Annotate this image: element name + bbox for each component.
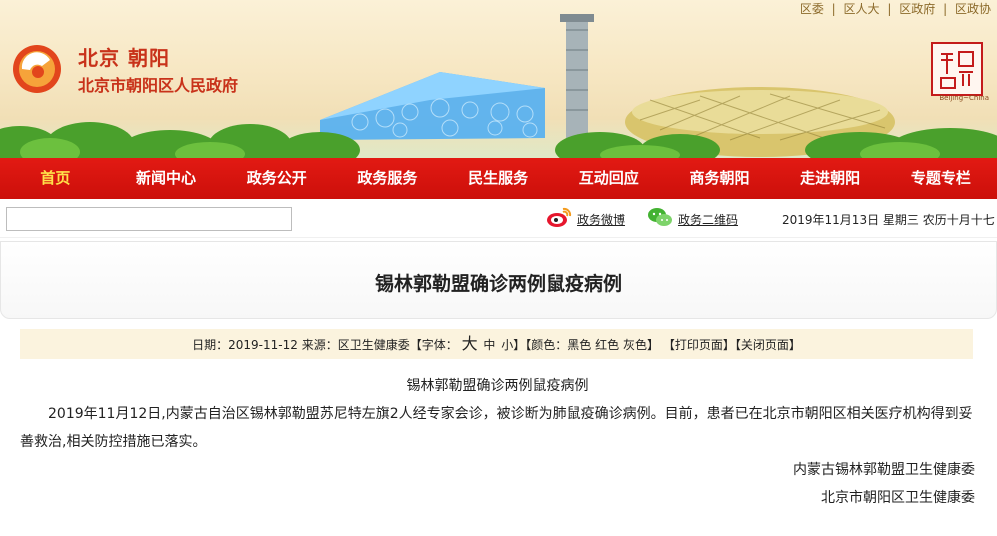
search-input[interactable] [6,207,292,231]
brand-short-name: 北京 朝阳 [78,46,170,70]
signature-1: 内蒙古锡林郭勒盟卫生健康委 [793,462,975,478]
nav-item-gov-services[interactable]: 政务服务 [332,158,443,199]
main-nav: 首页 新闻中心 政务公开 政务服务 民生服务 互动回应 商务朝阳 走进朝阳 专题… [0,158,997,199]
date-label: 日期： [192,338,229,352]
color-gray-button[interactable]: 灰色 [623,338,647,352]
top-links: 区委 | 区人大 | 区政府 | 区政协 [799,2,991,16]
nav-item-news[interactable]: 新闻中心 [111,158,222,199]
font-size-medium-button[interactable]: 中 [483,338,495,352]
top-link-cppcc[interactable]: 区政协 [955,2,991,16]
article-meta-bar: 日期：2019-11-12 来源：区卫生健康委【字体： 大 中 小】【颜色：黑色… [20,329,973,359]
wechat-icon[interactable] [647,206,673,228]
brand-full-name: 北京市朝阳区人民政府 [78,76,239,95]
article-title: 锡林郭勒盟确诊两例鼠疫病例 [374,273,622,295]
header-banner: 区委 | 区人大 | 区政府 | 区政协 北京 朝阳 北京市朝阳区人民政府 Be… [0,0,997,158]
nav-item-topics[interactable]: 专题专栏 [886,158,997,199]
sub-toolbar: 政务微博 政务二维码 2019年11月13日 星期三 农历十月十七 [0,199,997,238]
top-link-party[interactable]: 区委 [800,2,824,16]
article-body: 锡林郭勒盟确诊两例鼠疫病例 2019年11月12日,内蒙古自治区锡林郭勒盟苏尼特… [20,372,975,512]
nav-item-business[interactable]: 商务朝阳 [664,158,775,199]
print-page-button[interactable]: 【打印页面】 [663,338,735,352]
font-size-small-button[interactable]: 小 [501,338,513,352]
current-date: 2019年11月13日 星期三 农历十月十七 [782,213,995,227]
capital-seal-logo [931,42,983,96]
article-date: 2019-11-12 [228,338,298,352]
color-close-bracket: 】 [647,338,660,352]
article-source: 区卫生健康委 [337,338,410,352]
nav-item-interaction[interactable]: 互动回应 [553,158,664,199]
signature-2: 北京市朝阳区卫生健康委 [821,490,975,506]
wechat-qrcode-link[interactable]: 政务二维码 [678,211,738,228]
weibo-icon[interactable] [546,206,572,228]
top-link-congress[interactable]: 区人大 [844,2,880,16]
article-subtitle: 锡林郭勒盟确诊两例鼠疫病例 [406,378,589,394]
nav-item-home[interactable]: 首页 [0,158,111,199]
font-size-large-button[interactable]: 大 [462,334,478,353]
article-paragraph: 2019年11月12日,内蒙古自治区锡林郭勒盟苏尼特左旗2人经专家会诊，被诊断为… [20,406,973,450]
nav-item-about[interactable]: 走进朝阳 [775,158,886,199]
chaoyang-logo-icon[interactable] [12,44,62,94]
close-page-button[interactable]: 【关闭页面】 [735,338,801,352]
source-label: 来源： [301,338,338,352]
article-title-panel: 锡林郭勒盟确诊两例鼠疫病例 [0,241,997,319]
font-size-label: 【字体： [409,338,458,352]
color-red-button[interactable]: 红色 [595,338,619,352]
nav-item-livelihood[interactable]: 民生服务 [443,158,554,199]
color-label: 】【颜色： [513,338,568,352]
nav-item-gov-affairs[interactable]: 政务公开 [221,158,332,199]
top-link-government[interactable]: 区政府 [899,2,935,16]
color-black-button[interactable]: 黑色 [567,338,591,352]
weibo-link[interactable]: 政务微博 [577,211,625,228]
capital-seal-caption: Beijing~China [939,94,989,102]
